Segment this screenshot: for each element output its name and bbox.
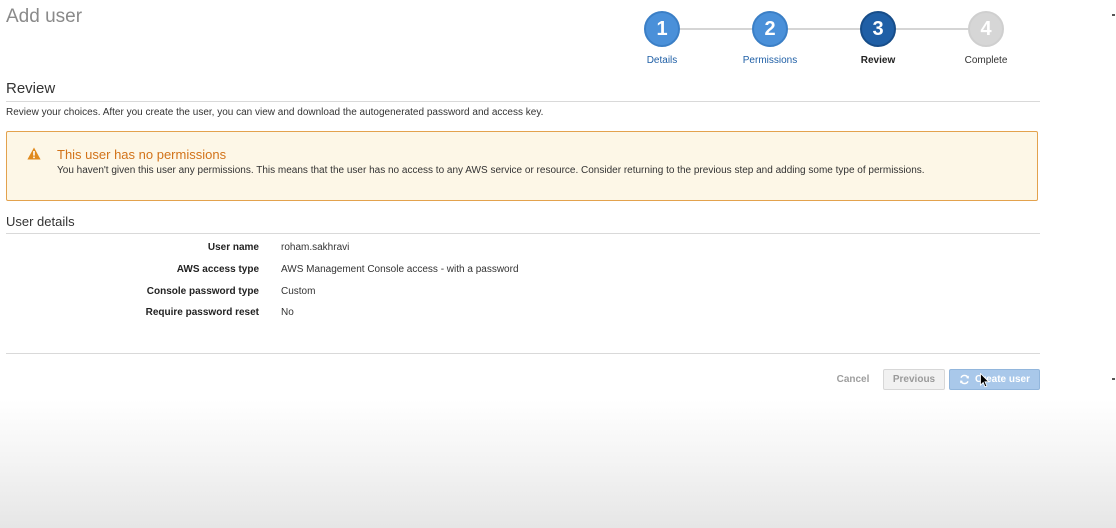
step-4-circle: 4 [968,11,1004,47]
actions-divider [6,353,1040,354]
create-user-button[interactable]: Create user [949,369,1040,390]
step-4-label: Complete [964,55,1008,66]
detail-label-user-name: User name [207,242,259,253]
detail-label-access-type: AWS access type [176,264,259,275]
step-connector [788,28,860,30]
detail-value-access-type: AWS Management Console access - with a p… [281,264,519,275]
step-1-circle[interactable]: 1 [644,11,680,47]
detail-value-password-type: Custom [281,286,316,297]
previous-button[interactable]: Previous [883,369,945,390]
step-2-label[interactable]: Permissions [720,55,820,66]
detail-label-password-type: Console password type [146,286,259,297]
step-connector [680,28,752,30]
user-details-heading: User details [6,214,75,229]
step-3-circle: 3 [860,11,896,47]
mouse-cursor-icon [980,373,990,388]
detail-value-password-reset: No [281,307,294,318]
review-heading: Review [6,80,56,97]
detail-value-user-name: roham.sakhravi [281,242,350,253]
step-1-label[interactable]: Details [612,55,712,66]
refresh-icon [960,374,969,385]
cancel-button[interactable]: Cancel [830,369,876,390]
review-description: Review your choices. After you create th… [6,107,544,118]
edge-marker [1112,14,1115,16]
step-2-circle[interactable]: 2 [752,11,788,47]
detail-label-password-reset: Require password reset [145,307,259,318]
review-divider [6,101,1040,102]
warning-triangle-icon [27,147,41,160]
warning-title: This user has no permissions [57,147,227,162]
wizard-stepper: 1 2 3 4 Details Permissions Review Compl… [0,0,1116,70]
warning-message: You haven't given this user any permissi… [57,165,925,176]
no-permissions-warning: This user has no permissions You haven't… [6,131,1038,201]
user-details-divider [6,233,1040,234]
step-3-label: Review [860,55,896,66]
step-connector [896,28,968,30]
edge-marker [1112,378,1115,380]
